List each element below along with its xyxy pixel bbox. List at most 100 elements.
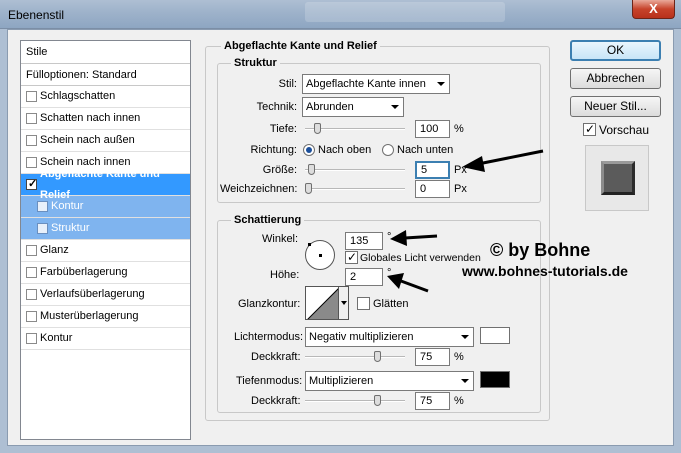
title-bar-blur [305, 2, 505, 22]
style-checkbox[interactable] [26, 245, 37, 256]
style-label: Stil: [278, 78, 297, 90]
technique-value: Abrunden [306, 101, 354, 113]
angle-degree: ° [387, 231, 392, 243]
check-icon: ✓ [28, 178, 38, 190]
contour-curve-icon [307, 288, 338, 319]
style-checkbox[interactable] [37, 201, 48, 212]
style-item-label: Kontur [51, 200, 84, 212]
shadow-opacity-label: Deckkraft: [251, 395, 301, 407]
style-item-label: Farbüberlagerung [40, 266, 128, 278]
soften-slider[interactable] [305, 183, 405, 195]
shadow-mode-select[interactable]: Multiplizieren [305, 371, 474, 391]
soften-label: Weichzeichnen: [220, 183, 298, 195]
style-item-drop-shadow[interactable]: Schlagschatten [21, 86, 190, 108]
size-slider[interactable] [305, 164, 405, 176]
style-item-label: Verlaufsüberlagerung [40, 288, 145, 300]
close-button[interactable]: X [632, 0, 675, 19]
style-checkbox-checked[interactable]: ✓ [26, 178, 38, 190]
style-checkbox[interactable] [26, 267, 37, 278]
technique-label: Technik: [256, 101, 297, 113]
highlight-color-swatch[interactable] [480, 327, 510, 344]
shadow-opacity-slider[interactable] [305, 395, 405, 407]
depth-input[interactable]: 100 [415, 120, 450, 138]
style-item-texture[interactable]: Struktur [21, 218, 190, 240]
structure-group-title: Struktur [231, 57, 280, 69]
style-preview [585, 145, 649, 211]
window-title: Ebenenstil [8, 8, 65, 22]
slider-thumb[interactable] [374, 351, 381, 362]
style-item-outer-glow[interactable]: Schein nach außen [21, 130, 190, 152]
style-checkbox[interactable] [26, 311, 37, 322]
slider-thumb[interactable] [308, 164, 315, 175]
angle-dial[interactable] [305, 240, 335, 270]
slider-thumb[interactable] [305, 183, 312, 194]
shadow-mode-label: Tiefenmodus: [236, 375, 303, 387]
highlight-mode-value: Negativ multiplizieren [309, 331, 414, 343]
slider-thumb[interactable] [314, 123, 321, 134]
anti-aliased-checkbox[interactable] [357, 297, 370, 310]
style-item-bevel-emboss[interactable]: ✓ Abgeflachte Kante und Relief [21, 168, 190, 201]
style-item-satin[interactable]: Glanz [21, 240, 190, 262]
chevron-down-icon [391, 105, 399, 109]
style-checkbox[interactable] [26, 91, 37, 102]
bevel-style-select[interactable]: Abgeflachte Kante innen [302, 74, 450, 94]
size-label: Größe: [262, 164, 297, 176]
size-input[interactable]: 5 [415, 161, 450, 179]
altitude-input[interactable]: 2 [345, 268, 383, 286]
style-checkbox[interactable] [37, 223, 48, 234]
highlight-opacity-slider[interactable] [305, 351, 405, 363]
slider-track [305, 188, 405, 190]
gloss-contour-picker[interactable] [305, 286, 339, 320]
style-checkbox[interactable] [26, 333, 37, 344]
anti-aliased-label[interactable]: Glätten [373, 297, 408, 311]
dial-direction-marker [308, 243, 311, 246]
style-list-header[interactable]: Stile [21, 41, 190, 64]
shadow-opacity-input[interactable]: 75 [415, 392, 450, 410]
preview-checkbox[interactable]: ✓ [583, 122, 596, 136]
style-item-label: Schatten nach innen [40, 112, 141, 124]
title-bar: Ebenenstil X [0, 0, 681, 29]
highlight-mode-select[interactable]: Negativ multiplizieren [305, 327, 474, 347]
chevron-down-icon [461, 379, 469, 383]
preview-label[interactable]: Vorschau [599, 123, 649, 137]
cancel-button[interactable]: Abbrechen [570, 68, 661, 89]
shadow-opacity-unit: % [454, 395, 464, 407]
gloss-contour-dropdown[interactable] [339, 286, 349, 320]
direction-up-label[interactable]: Nach oben [318, 143, 371, 157]
style-checkbox[interactable] [26, 113, 37, 124]
angle-label: Winkel: [262, 233, 299, 245]
slider-track [305, 169, 405, 171]
direction-down-radio[interactable] [382, 144, 394, 156]
direction-up-radio[interactable] [303, 144, 315, 156]
direction-down-label[interactable]: Nach unten [397, 143, 453, 157]
gloss-contour-label: Glanzkontur: [238, 298, 301, 310]
highlight-opacity-input[interactable]: 75 [415, 348, 450, 366]
shading-group-title: Schattierung [231, 214, 305, 226]
style-item-inner-shadow[interactable]: Schatten nach innen [21, 108, 190, 130]
ok-button[interactable]: OK [570, 40, 661, 61]
soften-input[interactable]: 0 [415, 180, 450, 198]
style-item-pattern-overlay[interactable]: Musterüberlagerung [21, 306, 190, 328]
depth-slider[interactable] [305, 123, 405, 135]
depth-unit: % [454, 123, 464, 135]
style-item-label: Struktur [51, 222, 90, 234]
style-checkbox[interactable] [26, 289, 37, 300]
shadow-color-swatch[interactable] [480, 371, 510, 388]
style-list: Stile Fülloptionen: Standard Schlagschat… [20, 40, 191, 440]
new-style-button[interactable]: Neuer Stil... [570, 96, 661, 117]
size-unit: Px [454, 164, 467, 176]
soften-unit: Px [454, 183, 467, 195]
dial-center [319, 254, 322, 257]
style-item-gradient-overlay[interactable]: Verlaufsüberlagerung [21, 284, 190, 306]
style-item-stroke[interactable]: Kontur [21, 328, 190, 350]
watermark-url: www.bohnes-tutorials.de [462, 263, 628, 279]
shadow-mode-value: Multiplizieren [309, 375, 374, 387]
global-light-checkbox[interactable]: ✓ [345, 250, 358, 264]
style-checkbox[interactable] [26, 135, 37, 146]
technique-select[interactable]: Abrunden [302, 97, 404, 117]
style-checkbox[interactable] [26, 157, 37, 168]
blending-options-item[interactable]: Fülloptionen: Standard [21, 64, 190, 86]
slider-thumb[interactable] [374, 395, 381, 406]
style-item-color-overlay[interactable]: Farbüberlagerung [21, 262, 190, 284]
angle-input[interactable]: 135 [345, 232, 383, 250]
